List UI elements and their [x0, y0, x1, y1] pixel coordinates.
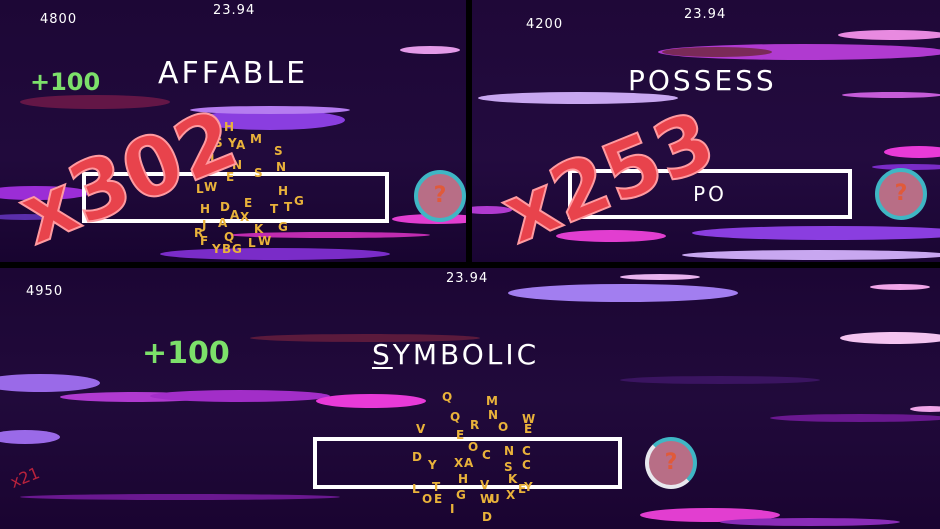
player-panel-top-left: 4800 23.94 +100 AFFABLE ? H S Y A M S N … [0, 0, 466, 262]
score-label: 4200 [526, 17, 564, 32]
burst-letter: Y [524, 480, 533, 494]
burst-letter: Y [428, 458, 437, 472]
player-panel-top-right: 4200 23.94 POSSESS PO ? x253 [472, 0, 940, 262]
burst-letter: E [456, 428, 465, 442]
hint-button[interactable]: ? [875, 168, 927, 220]
burst-letter: E [524, 422, 533, 436]
burst-letter: G [294, 194, 304, 208]
timer-label: 23.94 [213, 3, 256, 18]
background-streak [840, 332, 940, 344]
burst-letter: A [230, 208, 240, 222]
background-streak [770, 414, 940, 422]
background-streak [910, 406, 940, 412]
burst-letter: D [482, 510, 492, 524]
burst-letter: O [422, 492, 433, 506]
burst-letter: H [278, 184, 289, 198]
burst-letter: E [434, 492, 443, 506]
background-streak [662, 47, 772, 57]
background-streak [870, 284, 930, 290]
burst-letter: N [276, 160, 287, 174]
burst-letter: N [488, 408, 499, 422]
burst-letter: M [250, 132, 262, 146]
question-icon: ? [894, 181, 908, 206]
burst-letter: Q [450, 410, 461, 424]
bonus-points: +100 [30, 68, 101, 96]
score-label: 4800 [40, 12, 78, 27]
burst-letter: Q [224, 230, 235, 244]
burst-letter: D [412, 450, 422, 464]
burst-letter: C [522, 458, 531, 472]
burst-letter: K [508, 472, 518, 486]
burst-letter: O [468, 440, 479, 454]
background-streak [720, 518, 900, 526]
burst-letter: X [240, 210, 250, 224]
burst-letter: L [248, 236, 256, 250]
target-word-rest: YMBOLIC [392, 338, 540, 371]
burst-letter: C [522, 444, 531, 458]
background-streak [20, 95, 170, 109]
target-word: POSSESS [628, 64, 777, 97]
burst-letter: G [232, 242, 242, 256]
background-streak [884, 146, 940, 158]
burst-letter: D [220, 200, 230, 214]
player-panel-bottom: 4950 23.94 +100 SYMBOLIC ? x21 Q M N W E… [0, 268, 940, 529]
question-icon: ? [664, 450, 678, 475]
target-word: AFFABLE [158, 56, 309, 91]
hint-button[interactable]: ? [645, 437, 697, 489]
burst-letter: S [274, 144, 283, 158]
game-screen: 4800 23.94 +100 AFFABLE ? H S Y A M S N … [0, 0, 940, 529]
burst-letter: W [258, 234, 272, 248]
burst-letter: Y [212, 242, 221, 256]
background-streak [838, 30, 940, 40]
burst-letter: X [454, 456, 464, 470]
burst-letter: H [200, 202, 211, 216]
background-streak [400, 46, 460, 54]
burst-letter: H [458, 472, 469, 486]
burst-letter: G [456, 488, 466, 502]
burst-letter: E [244, 196, 253, 210]
burst-letter: T [270, 202, 279, 216]
burst-letter: F [200, 234, 209, 248]
burst-letter: I [450, 502, 455, 516]
burst-letter: B [222, 242, 232, 256]
background-streak [0, 374, 100, 392]
burst-letter: G [278, 220, 288, 234]
burst-letter: S [254, 166, 263, 180]
burst-letter: N [504, 444, 515, 458]
burst-letter: O [498, 420, 509, 434]
hint-button[interactable]: ? [414, 170, 466, 222]
burst-letter: X [506, 488, 516, 502]
target-word-first-letter: S [372, 338, 393, 371]
burst-letter: A [218, 216, 228, 230]
burst-letter: A [464, 456, 474, 470]
letter-burst: Q M N W E O R Q V E O C N C D Y X A C S … [410, 388, 550, 524]
timer-label: 23.94 [684, 7, 727, 22]
panel-divider-vertical [466, 0, 472, 262]
background-streak [620, 274, 700, 280]
background-streak [682, 250, 940, 260]
question-icon: ? [433, 183, 447, 208]
burst-letter: C [482, 448, 491, 462]
burst-letter: V [416, 422, 426, 436]
background-streak [150, 390, 330, 402]
burst-letter: T [284, 200, 293, 214]
background-streak [692, 226, 940, 240]
timer-label: 23.94 [446, 271, 489, 286]
score-label: 4950 [26, 284, 64, 299]
background-streak [842, 92, 940, 98]
background-streak [0, 430, 60, 444]
background-streak [620, 376, 820, 384]
burst-letter: L [412, 482, 420, 496]
burst-letter: Q [442, 390, 453, 404]
background-streak [508, 284, 738, 302]
burst-letter: M [486, 394, 498, 408]
target-word: SYMBOLIC [372, 338, 539, 371]
combo-multiplier: x21 [7, 463, 43, 492]
burst-letter: V [480, 478, 490, 492]
background-streak [20, 494, 340, 500]
panel-divider-horizontal [0, 262, 940, 268]
burst-letter: U [490, 492, 500, 506]
burst-letter: R [470, 418, 480, 432]
bonus-points: +100 [142, 336, 230, 371]
